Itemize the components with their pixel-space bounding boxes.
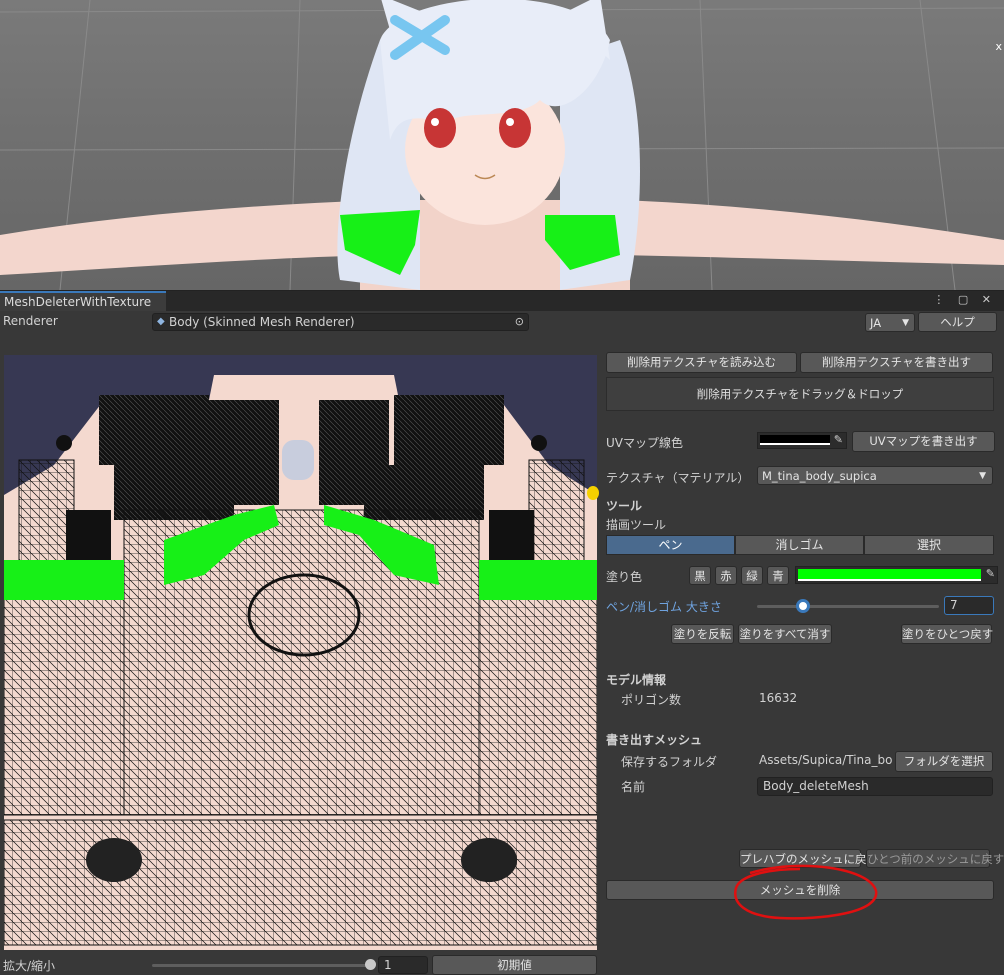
paint-color-field[interactable]: ✎ <box>795 566 998 584</box>
uv-line-color-label: UVマップ線色 <box>606 436 683 450</box>
skinned-mesh-icon: ◆ <box>157 316 165 327</box>
save-delete-texture-button[interactable]: 削除用テクスチャを書き出す <box>800 352 993 373</box>
close-icon[interactable]: x <box>995 40 1002 53</box>
draw-tool-label: 描画ツール <box>606 518 667 532</box>
tool-eraser-button[interactable]: 消しゴム <box>735 535 864 555</box>
name-input[interactable]: Body_deleteMesh <box>757 777 993 796</box>
renderer-value: Body (Skinned Mesh Renderer) <box>169 315 355 329</box>
zoom-thumb[interactable] <box>365 959 376 970</box>
texture-drop-area[interactable]: 削除用テクスチャをドラッグ＆ドロップ <box>606 377 994 411</box>
texture-value: M_tina_body_supica <box>762 469 877 483</box>
clear-paint-button[interactable]: 塗りをすべて消す <box>738 624 832 644</box>
zoom-reset-button[interactable]: 初期値 <box>432 955 597 975</box>
avatar-preview <box>0 0 1004 290</box>
zoom-label: 拡大/縮小 <box>3 959 56 973</box>
window-tab[interactable]: MeshDeleterWithTexture <box>0 291 166 311</box>
uv-texture-canvas[interactable] <box>4 355 597 950</box>
export-mesh-header: 書き出すメッシュ <box>606 733 703 747</box>
brush-size-input[interactable]: 7 <box>944 596 994 615</box>
export-uv-button[interactable]: UVマップを書き出す <box>852 431 995 452</box>
language-select[interactable]: JA ▼ <box>865 313 915 332</box>
scene-viewport[interactable]: x <box>0 0 1004 290</box>
tab-bar: MeshDeleterWithTexture ⋮ ▢ ✕ <box>0 291 1004 311</box>
select-folder-button[interactable]: フォルダを選択 <box>895 751 993 772</box>
eyedropper-icon[interactable]: ✎ <box>834 433 843 446</box>
mesh-deleter-window: MeshDeleterWithTexture ⋮ ▢ ✕ Renderer ◆ … <box>0 290 1004 975</box>
annotation-circle <box>734 864 878 920</box>
chevron-down-icon: ▼ <box>902 318 909 328</box>
zoom-input[interactable]: 1 <box>378 956 428 974</box>
object-picker-icon[interactable]: ⊙ <box>515 315 524 328</box>
texture-label: テクスチャ（マテリアル） <box>606 471 750 485</box>
invert-paint-button[interactable]: 塗りを反転 <box>671 624 734 644</box>
undo-paint-button[interactable]: 塗りをひとつ戻す <box>901 624 993 644</box>
uv-line-color-swatch <box>760 435 830 445</box>
cursor-marker <box>587 486 599 500</box>
revert-previous-mesh-button[interactable]: ひとつ前のメッシュに戻す <box>866 849 1004 868</box>
brush-size-thumb[interactable] <box>795 599 810 613</box>
tool-pen-button[interactable]: ペン <box>606 535 735 555</box>
paint-color-swatch <box>798 569 981 581</box>
language-value: JA <box>870 316 882 330</box>
color-preset-blue[interactable]: 青 <box>767 566 789 585</box>
brush-size-label: ペン/消しゴム 大きさ <box>606 600 722 614</box>
zoom-slider[interactable] <box>152 964 370 967</box>
color-preset-black[interactable]: 黒 <box>689 566 711 585</box>
paint-color-label: 塗り色 <box>606 570 643 584</box>
renderer-field[interactable]: ◆ Body (Skinned Mesh Renderer) ⊙ <box>152 313 529 331</box>
brush-size-slider[interactable] <box>757 605 939 608</box>
uv-map-image <box>4 355 597 946</box>
eyedropper-icon[interactable]: ✎ <box>986 567 995 580</box>
help-button[interactable]: ヘルプ <box>918 312 997 332</box>
folder-label: 保存するフォルダ <box>621 755 718 769</box>
color-preset-red[interactable]: 赤 <box>715 566 737 585</box>
folder-value: Assets/Supica/Tina_bo <box>759 753 892 767</box>
texture-select[interactable]: M_tina_body_supica ▼ <box>757 466 993 485</box>
uv-line-color-field[interactable]: ✎ <box>757 432 847 449</box>
load-delete-texture-button[interactable]: 削除用テクスチャを読み込む <box>606 352 797 373</box>
tools-header: ツール <box>606 499 643 513</box>
tool-select-button[interactable]: 選択 <box>864 535 994 555</box>
renderer-label: Renderer <box>3 314 58 328</box>
model-info-header: モデル情報 <box>606 673 667 687</box>
chevron-down-icon: ▼ <box>979 471 986 481</box>
polygon-count-value: 16632 <box>759 691 798 705</box>
polygon-count-label: ポリゴン数 <box>621 693 682 707</box>
color-preset-green[interactable]: 緑 <box>741 566 763 585</box>
window-controls-icons[interactable]: ⋮ ▢ ✕ <box>933 293 996 306</box>
name-label: 名前 <box>621 780 646 794</box>
